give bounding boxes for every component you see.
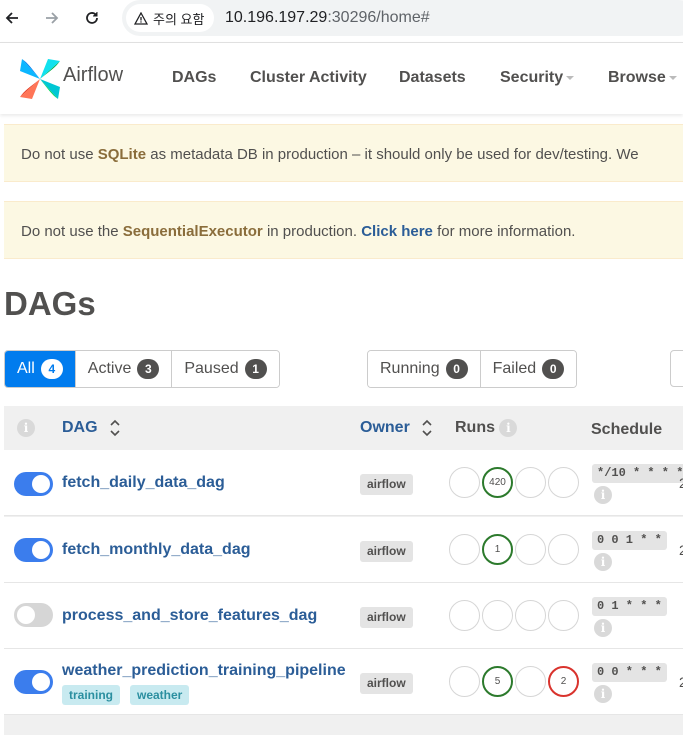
run-filter-group: Running 0 Failed 0 (367, 350, 578, 388)
dag-tag[interactable]: weather (130, 685, 190, 705)
dag-column-header[interactable]: DAG (62, 419, 120, 437)
schedule-column-header: Schedule (591, 421, 663, 438)
info-icon[interactable]: i (594, 486, 612, 504)
filter-all-button[interactable]: All 4 (5, 351, 76, 387)
run-circle-running[interactable] (515, 534, 546, 565)
table-row: fetch_monthly_data_dag airflow 1 0 0 1 *… (4, 517, 683, 583)
info-icon[interactable]: i (594, 685, 612, 703)
run-circle-success[interactable] (482, 600, 513, 631)
schedule-badge: */10 * * * * (592, 464, 683, 483)
info-icon[interactable]: i (594, 553, 612, 571)
browser-toolbar: 주의 요함 10.196.197.29:30296/home# (0, 0, 683, 36)
owner-badge[interactable]: airflow (360, 474, 413, 495)
count-badge: 0 (542, 359, 565, 379)
dag-link[interactable]: weather_prediction_training_pipeline (62, 662, 346, 680)
table-header: i DAG Owner Runs i Schedule (4, 406, 683, 450)
run-circle-running[interactable] (515, 467, 546, 498)
sqlite-warning-alert: Do not use SQLite as metadata DB in prod… (4, 124, 683, 182)
count-badge: 3 (137, 359, 160, 379)
owner-column-header[interactable]: Owner (360, 419, 432, 437)
filter-paused-button[interactable]: Paused 1 (172, 351, 279, 387)
dag-link[interactable]: process_and_store_features_dag (62, 607, 317, 625)
forward-icon[interactable] (40, 6, 64, 30)
chevron-down-icon (566, 75, 575, 80)
dag-pause-toggle[interactable] (14, 670, 53, 694)
runs-column-header: Runs i (455, 419, 518, 437)
run-state-circles: 1 (449, 534, 581, 565)
app-navbar: Airflow DAGs Cluster Activity Datasets S… (0, 42, 683, 114)
status-filter-group: All 4 Active 3 Paused 1 (4, 350, 280, 388)
sort-icon (110, 419, 120, 437)
filter-running-button[interactable]: Running 0 (368, 351, 481, 387)
run-circle-queued[interactable] (449, 666, 480, 697)
run-circle-running[interactable] (515, 666, 546, 697)
run-circle-failed[interactable] (548, 534, 579, 565)
executor-warning-alert: Do not use the SequentialExecutor in pro… (4, 201, 683, 259)
next-run-cell: 2 (679, 542, 683, 558)
schedule-badge: 0 0 1 * * (592, 531, 667, 550)
run-circle-success[interactable]: 420 (482, 467, 513, 498)
nav-datasets[interactable]: Datasets (399, 69, 466, 87)
page-title: DAGs (4, 285, 96, 322)
run-circle-failed[interactable] (548, 600, 579, 631)
dag-table: i DAG Owner Runs i Schedule fetch_daily_… (4, 406, 683, 735)
brand-name[interactable]: Airflow (63, 64, 123, 87)
security-indicator[interactable]: 주의 요함 (126, 4, 215, 32)
back-icon[interactable] (0, 6, 24, 30)
table-row: fetch_daily_data_dag airflow 420 */10 * … (4, 450, 683, 516)
count-badge: 0 (445, 359, 468, 379)
run-circle-queued[interactable] (449, 467, 480, 498)
url-text: 10.196.197.29:30296/home# (225, 9, 430, 26)
dag-pause-toggle[interactable] (14, 472, 53, 496)
table-row: process_and_store_features_dag airflow 0… (4, 583, 683, 649)
chevron-down-icon (668, 75, 677, 80)
info-icon[interactable]: i (594, 619, 612, 637)
run-circle-queued[interactable] (449, 534, 480, 565)
next-run-cell: 2 (679, 674, 683, 690)
sort-icon (422, 419, 432, 437)
reload-icon[interactable] (80, 6, 104, 30)
dag-pause-toggle[interactable] (14, 603, 53, 627)
count-badge: 1 (244, 359, 267, 379)
dag-tag[interactable]: training (62, 685, 120, 705)
run-circle-success[interactable]: 5 (482, 666, 513, 697)
owner-badge[interactable]: airflow (360, 673, 413, 694)
click-here-link[interactable]: Click here (361, 223, 433, 240)
run-state-circles: 420 (449, 467, 581, 498)
run-circle-running[interactable] (515, 600, 546, 631)
count-badge: 4 (40, 359, 63, 379)
run-circle-queued[interactable] (449, 600, 480, 631)
run-circle-success[interactable]: 1 (482, 534, 513, 565)
nav-dags[interactable]: DAGs (172, 69, 216, 87)
dag-link[interactable]: fetch_daily_data_dag (62, 474, 225, 492)
address-bar[interactable]: 주의 요함 10.196.197.29:30296/home# (122, 0, 683, 36)
run-circle-failed[interactable] (548, 467, 579, 498)
filter-failed-button[interactable]: Failed 0 (480, 351, 577, 387)
airflow-logo-icon[interactable] (18, 57, 62, 101)
owner-badge[interactable]: airflow (360, 541, 413, 562)
run-state-circles (449, 600, 581, 631)
filter-active-button[interactable]: Active 3 (75, 351, 173, 387)
dag-link[interactable]: fetch_monthly_data_dag (62, 541, 250, 559)
schedule-badge: 0 0 * * * (592, 663, 667, 682)
next-run-cell: 2 (679, 475, 683, 491)
run-state-circles: 5 2 (449, 666, 581, 697)
table-row: weather_prediction_training_pipeline tra… (4, 649, 683, 715)
info-icon[interactable]: i (17, 419, 35, 437)
owner-badge[interactable]: airflow (360, 607, 413, 628)
nav-browse[interactable]: Browse (608, 69, 677, 87)
dag-pause-toggle[interactable] (14, 538, 53, 562)
schedule-badge: 0 1 * * * (592, 597, 667, 616)
nav-security[interactable]: Security (500, 69, 575, 87)
nav-cluster-activity[interactable]: Cluster Activity (250, 69, 367, 87)
search-input[interactable] (670, 350, 683, 387)
warning-icon (134, 11, 148, 25)
info-icon[interactable]: i (499, 419, 518, 437)
run-circle-failed[interactable]: 2 (548, 666, 579, 697)
security-label: 주의 요함 (153, 11, 205, 27)
